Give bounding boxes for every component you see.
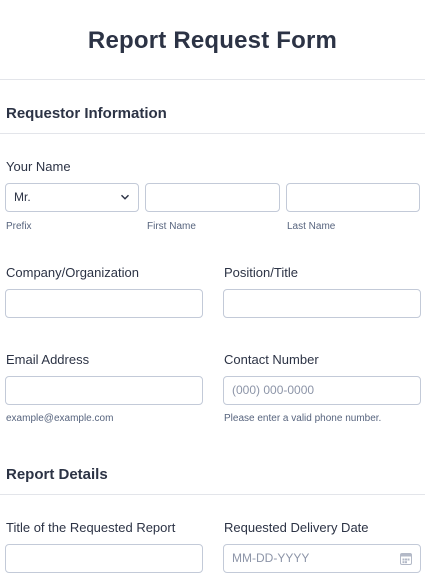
report-title-input[interactable] — [5, 544, 203, 573]
chevron-down-icon — [120, 194, 130, 200]
prefix-value: Mr. — [14, 190, 31, 204]
contact-input[interactable]: (000) 000-0000 — [223, 376, 421, 405]
email-label: Email Address — [6, 352, 90, 367]
section-title-report: Report Details — [6, 466, 108, 483]
form-title: Report Request Form — [87, 27, 338, 54]
position-label: Position/Title — [224, 265, 298, 280]
prefix-select[interactable]: Mr. — [5, 183, 139, 212]
last-name-input[interactable] — [286, 183, 420, 212]
header-divider — [0, 79, 425, 80]
section-divider-report — [0, 494, 425, 495]
position-input[interactable] — [223, 289, 421, 318]
company-input[interactable] — [5, 289, 203, 318]
prefix-sublabel: Prefix — [6, 221, 32, 232]
section-title-requestor: Requestor Information — [6, 105, 167, 122]
section-divider-requestor — [0, 133, 425, 134]
email-input[interactable] — [5, 376, 203, 405]
your-name-label: Your Name — [6, 159, 71, 174]
first-name-sublabel: First Name — [147, 221, 196, 232]
last-name-sublabel: Last Name — [287, 221, 336, 232]
delivery-date-input[interactable]: MM-DD-YYYY — [223, 544, 421, 573]
contact-sublabel: Please enter a valid phone number. — [224, 413, 382, 424]
email-sublabel: example@example.com — [6, 413, 114, 424]
first-name-input[interactable] — [145, 183, 280, 212]
contact-label: Contact Number — [224, 352, 319, 367]
contact-placeholder: (000) 000-0000 — [232, 383, 315, 397]
company-label: Company/Organization — [6, 265, 139, 280]
calendar-icon[interactable] — [400, 552, 412, 565]
delivery-date-placeholder: MM-DD-YYYY — [232, 551, 310, 565]
delivery-date-label: Requested Delivery Date — [224, 520, 369, 535]
report-title-label: Title of the Requested Report — [6, 520, 176, 535]
